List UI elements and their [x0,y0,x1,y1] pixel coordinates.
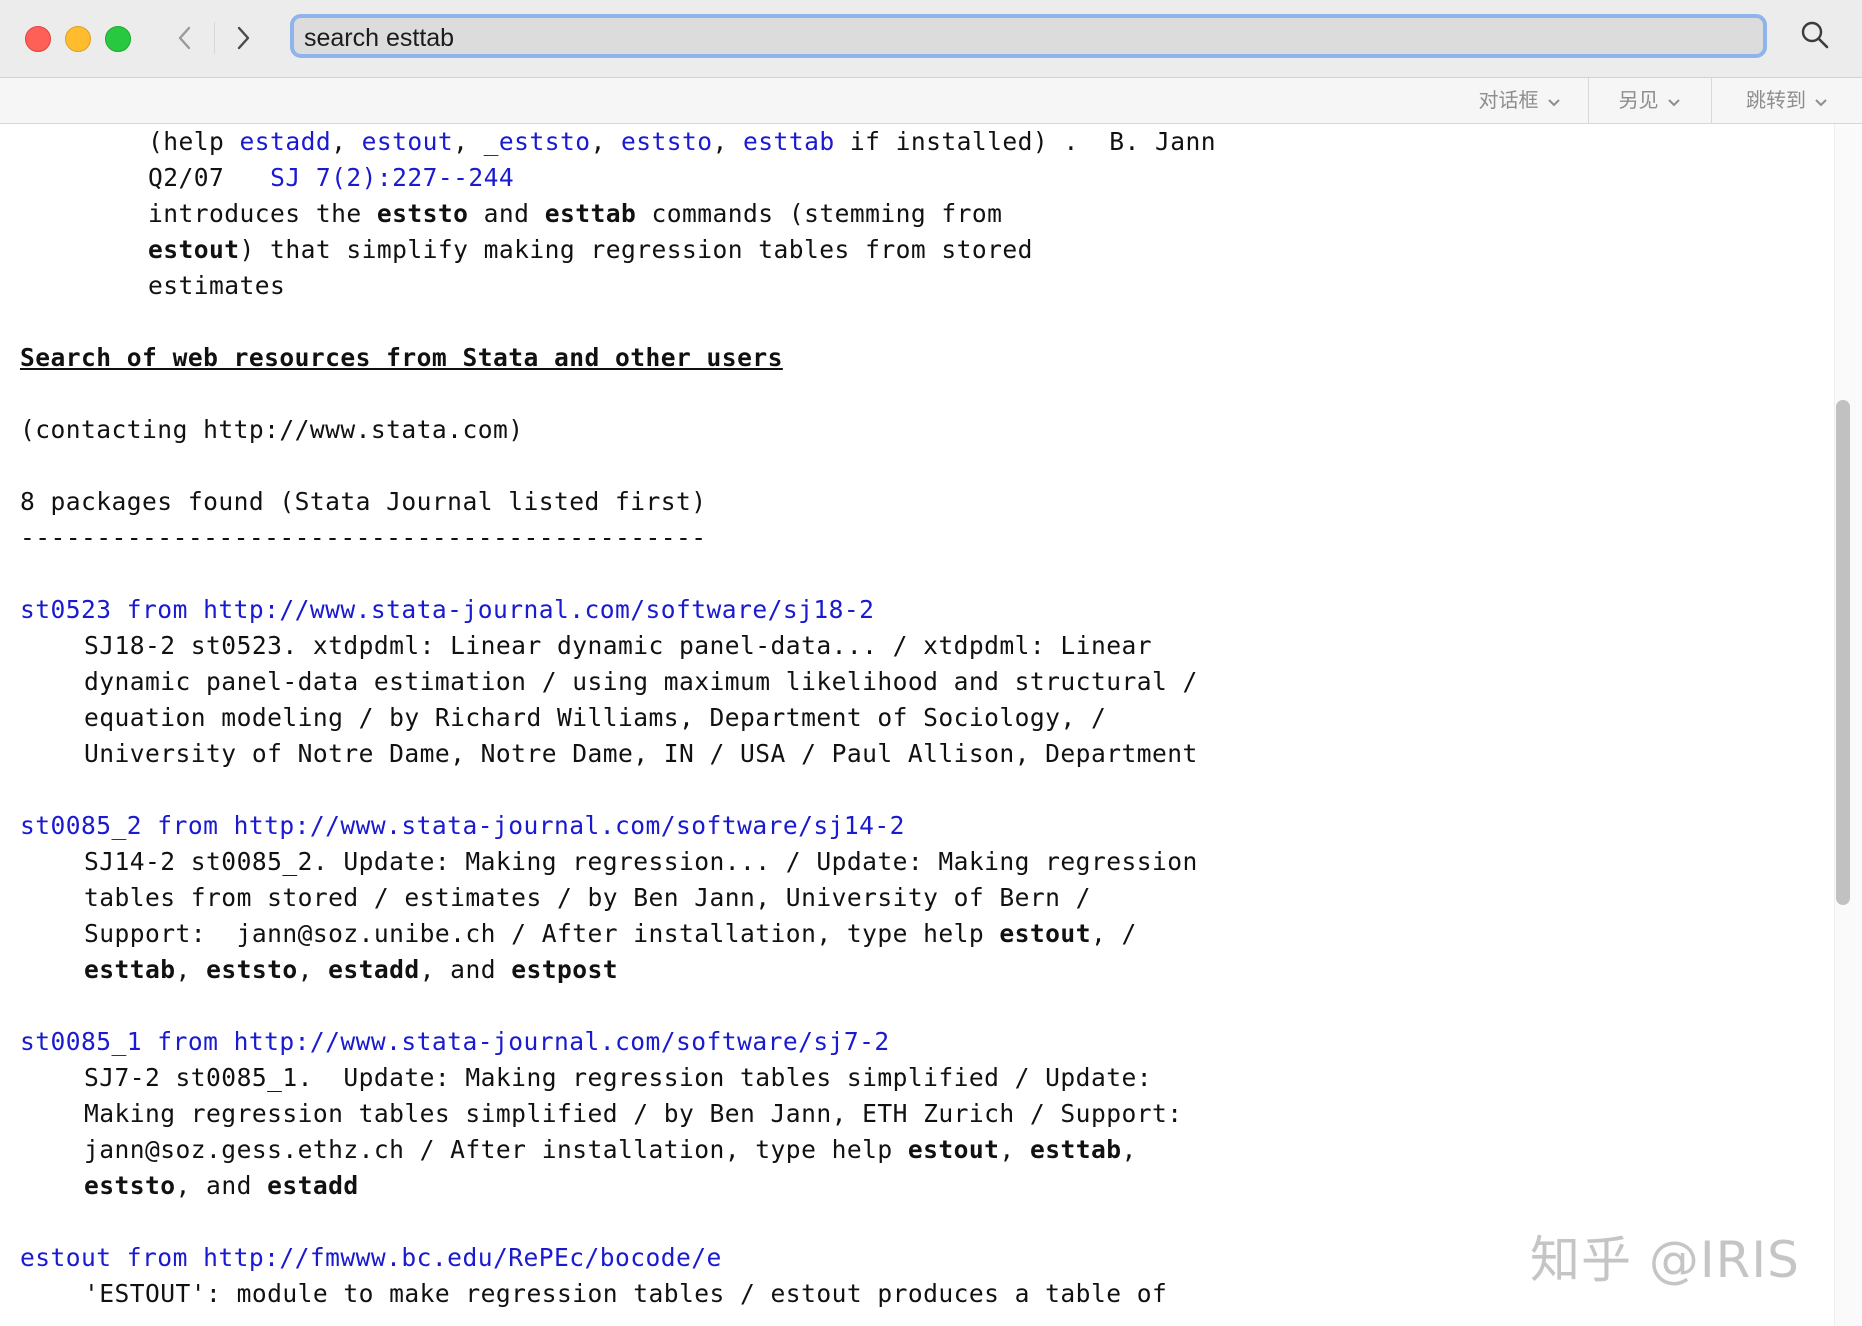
text: , [1121,1135,1137,1164]
viewer-subbar: 对话框 另见 跳转到 [0,78,1862,124]
intro-line-5: estimates [148,271,286,300]
help-link-eststo-underscore[interactable]: _eststo [484,127,591,156]
seealso-menu-label: 另见 [1618,88,1659,112]
package-desc-line: esttab, eststo, estadd, and estpost [84,952,618,988]
section-heading: Search of web resources from Stata and o… [20,343,783,372]
search-input[interactable] [300,22,1758,54]
intro-line-4: estout) that simplify making regression … [148,232,1033,268]
divider-rule: ----------------------------------------… [20,523,707,552]
package-link-estout[interactable]: estout from http://fmwww.bc.edu/RePEc/bo… [20,1240,722,1276]
text: , [453,127,484,156]
package-link-st0523[interactable]: st0523 from http://www.stata-journal.com… [20,592,874,628]
package-desc-line: dynamic panel-data estimation / using ma… [84,667,1198,696]
text: , [175,955,207,984]
text: ) that simplify making regression tables… [239,235,1033,264]
help-link-esttab[interactable]: esttab [743,127,835,156]
text: , [297,955,329,984]
text: Support: jann@soz.unibe.ch / After insta… [84,919,1000,948]
intro-line-1: (help estadd, estout, _eststo, eststo, e… [148,124,1216,160]
bold-text: eststo [84,1171,176,1200]
bold-text: esttab [544,199,637,228]
bold-text: eststo [206,955,298,984]
package-desc-line: Support: jann@soz.unibe.ch / After insta… [84,916,1137,952]
seealso-menu-button[interactable]: 另见 [1588,78,1710,123]
chevron-left-icon [178,26,191,50]
jumpto-menu-label: 跳转到 [1746,88,1806,112]
journal-link[interactable]: SJ 7(2):227--244 [270,163,514,192]
package-desc-line: Making regression tables simplified / by… [84,1099,1183,1128]
chevron-down-icon [1667,79,1681,124]
chevron-right-icon [237,26,250,50]
text: jann@soz.gess.ethz.ch / After installati… [84,1135,908,1164]
contacting-text: (contacting http://www.stata.com) [20,415,524,444]
text: , and [419,955,512,984]
chevron-down-icon [1814,79,1828,124]
bold-text: estout [148,235,240,264]
package-desc-line: eststo, and estadd [84,1168,359,1204]
bold-text: estpost [511,955,619,984]
dialog-menu-label: 对话框 [1478,88,1539,112]
packages-found-text: 8 packages found (Stata Journal listed f… [20,487,707,516]
text: introduces the [148,199,377,228]
help-link-estout[interactable]: estout [362,127,454,156]
package-desc-line: tables from stored / estimates / by Ben … [84,883,1091,912]
window-toolbar [0,0,1862,78]
zoom-window-button[interactable] [105,26,131,52]
bold-text: estadd [328,955,420,984]
close-window-button[interactable] [25,26,51,52]
text: , and [175,1171,268,1200]
nav-divider [214,22,215,54]
text: , [712,127,744,156]
results-viewer: (help estadd, estout, _eststo, eststo, e… [0,124,1830,1326]
package-desc-line: SJ14-2 st0085_2. Update: Making regressi… [84,847,1198,876]
text: commands (stemming from [636,199,1003,228]
text: , [999,1135,1030,1164]
package-desc-line: University of Notre Dame, Notre Dame, IN… [84,739,1198,768]
text: Q2/07 [148,163,271,192]
bold-text: estout [907,1135,1000,1164]
package-desc-line: equation modeling / by Richard Williams,… [84,703,1107,732]
text: (help [148,127,240,156]
text: if installed) . B. Jann [834,127,1217,156]
text: , / [1090,919,1137,948]
jumpto-menu-button[interactable]: 跳转到 [1711,78,1862,123]
help-link-eststo[interactable]: eststo [621,127,713,156]
package-desc-line: jann@soz.gess.ethz.ch / After installati… [84,1132,1137,1168]
chevron-down-icon [1547,79,1561,124]
package-desc-line: SJ18-2 st0523. xtdpdml: Linear dynamic p… [84,631,1152,660]
watermark: 知乎 @IRIS [1530,1231,1800,1289]
text: , [590,127,621,156]
dialog-menu-button[interactable]: 对话框 [1452,78,1587,123]
forward-button[interactable] [226,18,260,58]
bold-text: esttab [1029,1135,1122,1164]
bold-text: esttab [84,955,176,984]
text: and [468,199,545,228]
bold-text: eststo [376,199,469,228]
scrollbar-thumb[interactable] [1836,400,1850,905]
minimize-window-button[interactable] [65,26,91,52]
bold-text: estadd [267,1171,359,1200]
search-icon[interactable] [1800,20,1830,50]
intro-line-3: introduces the eststo and esttab command… [148,196,1002,232]
package-link-st0085-2[interactable]: st0085_2 from http://www.stata-journal.c… [20,808,905,844]
back-button[interactable] [168,18,202,58]
text: , [331,127,362,156]
intro-line-2: Q2/07 SJ 7(2):227--244 [148,160,514,196]
bold-text: estout [999,919,1091,948]
search-field[interactable] [290,14,1767,58]
package-desc-line: SJ7-2 st0085_1. Update: Making regressio… [84,1063,1152,1092]
package-link-st0085-1[interactable]: st0085_1 from http://www.stata-journal.c… [20,1024,890,1060]
help-link-estadd[interactable]: estadd [240,127,332,156]
package-desc-line: 'ESTOUT': module to make regression tabl… [84,1279,1168,1308]
